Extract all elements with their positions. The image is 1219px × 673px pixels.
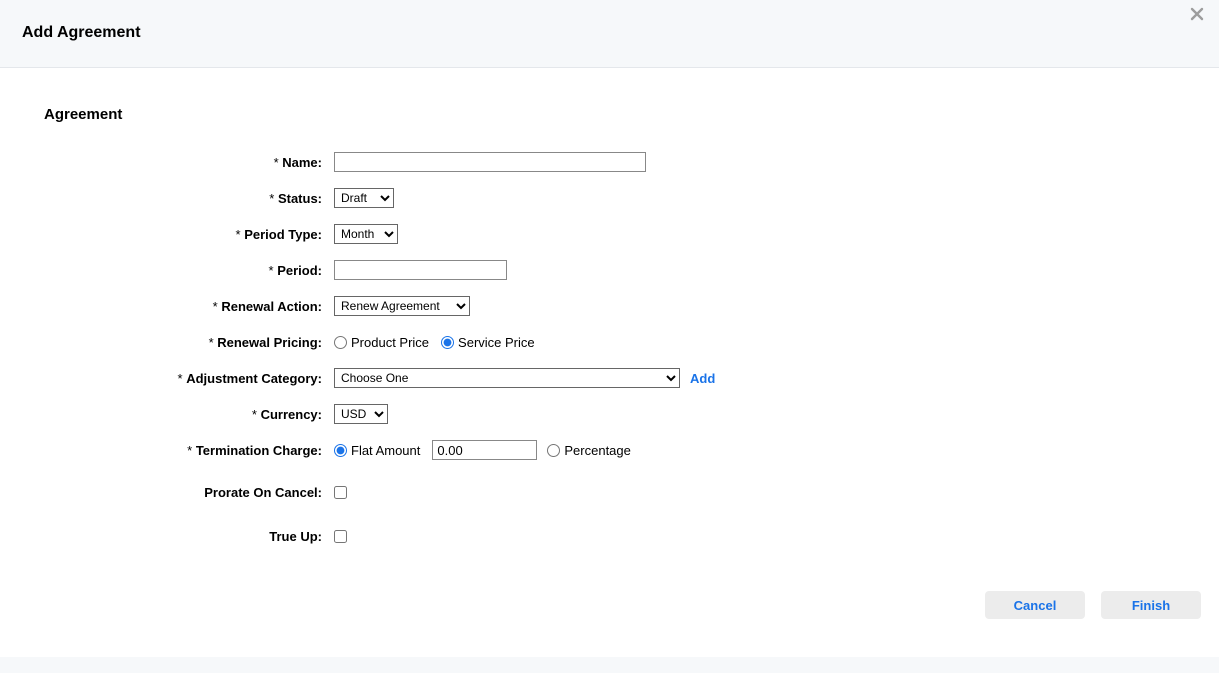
label-name: * Name: <box>44 155 334 170</box>
row-adjustment-category: * Adjustment Category: Choose One Add <box>44 367 1175 389</box>
status-select[interactable]: Draft <box>334 188 394 208</box>
currency-select[interactable]: USD <box>334 404 388 424</box>
label-prorate: Prorate On Cancel: <box>44 485 334 500</box>
finish-button[interactable]: Finish <box>1101 591 1201 619</box>
row-renewal-pricing: * Renewal Pricing: Product Price Service… <box>44 331 1175 353</box>
prorate-checkbox[interactable] <box>334 486 347 499</box>
termination-pct-label: Percentage <box>564 443 631 458</box>
renewal-pricing-service-label: Service Price <box>458 335 535 350</box>
renewal-pricing-product-radio[interactable] <box>334 336 347 349</box>
label-renewal-action: * Renewal Action: <box>44 299 334 314</box>
row-trueup: True Up: <box>44 525 1175 547</box>
agreement-form: * Name: * Status: Draft * Period Type: M… <box>44 151 1175 547</box>
section-title: Agreement <box>44 106 1175 123</box>
renewal-pricing-product-label: Product Price <box>351 335 429 350</box>
trueup-checkbox[interactable] <box>334 530 347 543</box>
dialog-body: Agreement * Name: * Status: Draft * Peri… <box>0 68 1219 581</box>
cancel-button[interactable]: Cancel <box>985 591 1085 619</box>
period-input[interactable] <box>334 260 507 280</box>
row-termination-charge: * Termination Charge: Flat Amount Percen… <box>44 439 1175 461</box>
row-period: * Period: <box>44 259 1175 281</box>
label-status: * Status: <box>44 191 334 206</box>
row-renewal-action: * Renewal Action: Renew Agreement <box>44 295 1175 317</box>
name-input[interactable] <box>334 152 646 172</box>
label-period-type: * Period Type: <box>44 227 334 242</box>
close-icon[interactable] <box>1187 4 1207 24</box>
row-prorate: Prorate On Cancel: <box>44 481 1175 503</box>
row-currency: * Currency: USD <box>44 403 1175 425</box>
termination-flat-label: Flat Amount <box>351 443 420 458</box>
termination-pct-radio[interactable] <box>547 444 560 457</box>
termination-flat-radio[interactable] <box>334 444 347 457</box>
label-currency: * Currency: <box>44 407 334 422</box>
dialog-footer: Cancel Finish <box>985 591 1201 619</box>
label-termination-charge: * Termination Charge: <box>44 443 334 458</box>
add-link[interactable]: Add <box>690 371 715 386</box>
row-period-type: * Period Type: Month <box>44 223 1175 245</box>
label-trueup: True Up: <box>44 529 334 544</box>
renewal-action-select[interactable]: Renew Agreement <box>334 296 470 316</box>
dialog-title: Add Agreement <box>22 24 1219 42</box>
label-period: * Period: <box>44 263 334 278</box>
row-name: * Name: <box>44 151 1175 173</box>
label-adjustment-category: * Adjustment Category: <box>44 371 334 386</box>
label-renewal-pricing: * Renewal Pricing: <box>44 335 334 350</box>
row-status: * Status: Draft <box>44 187 1175 209</box>
dialog-header: Add Agreement <box>0 0 1219 68</box>
period-type-select[interactable]: Month <box>334 224 398 244</box>
renewal-pricing-service-radio[interactable] <box>441 336 454 349</box>
adjustment-category-select[interactable]: Choose One <box>334 368 680 388</box>
bottom-strip <box>0 657 1219 673</box>
termination-amount-input[interactable] <box>432 440 537 460</box>
